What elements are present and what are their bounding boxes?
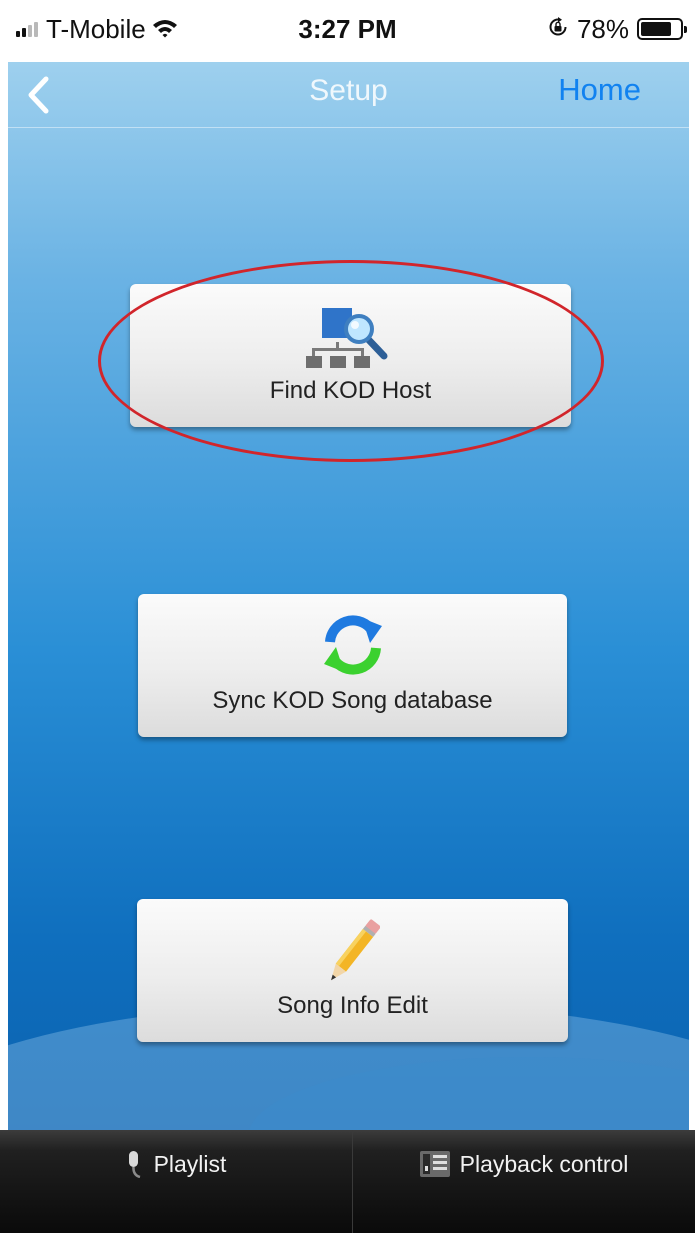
status-bar: T-Mobile 3:27 PM 78% (0, 0, 695, 62)
tab-playlist-label: Playlist (153, 1150, 227, 1177)
home-link[interactable]: Home (558, 72, 641, 108)
tab-playlist[interactable]: Playlist (0, 1130, 352, 1198)
setup-screen: Setup Home Find KOD Host Sync KOD Song d… (8, 62, 689, 1130)
status-right: 78% (547, 13, 687, 45)
song-info-edit-button[interactable]: Song Info Edit (137, 899, 568, 1042)
battery-fill (641, 22, 671, 36)
tab-playback-control-label: Playback control (459, 1150, 629, 1177)
pencil-icon (330, 919, 380, 981)
network-search-icon (305, 308, 387, 368)
tab-playback-control[interactable]: Playback control (352, 1130, 695, 1198)
battery-icon (637, 18, 687, 40)
sync-kod-song-database-button[interactable]: Sync KOD Song database (138, 594, 567, 737)
microphone-icon (128, 1151, 140, 1178)
sync-icon (323, 615, 382, 675)
bottom-tab-bar: Playlist Playback control (0, 1130, 695, 1233)
sync-kod-song-database-label: Sync KOD Song database (212, 687, 493, 714)
battery-percent: 78% (576, 13, 629, 44)
navigation-bar: Setup Home (8, 62, 689, 128)
song-info-edit-label: Song Info Edit (277, 992, 428, 1019)
find-kod-host-label: Find KOD Host (269, 377, 432, 404)
playback-control-icon (419, 1151, 450, 1177)
tab-divider (352, 1130, 353, 1233)
orientation-lock-icon (547, 14, 569, 45)
find-kod-host-button[interactable]: Find KOD Host (130, 284, 571, 427)
